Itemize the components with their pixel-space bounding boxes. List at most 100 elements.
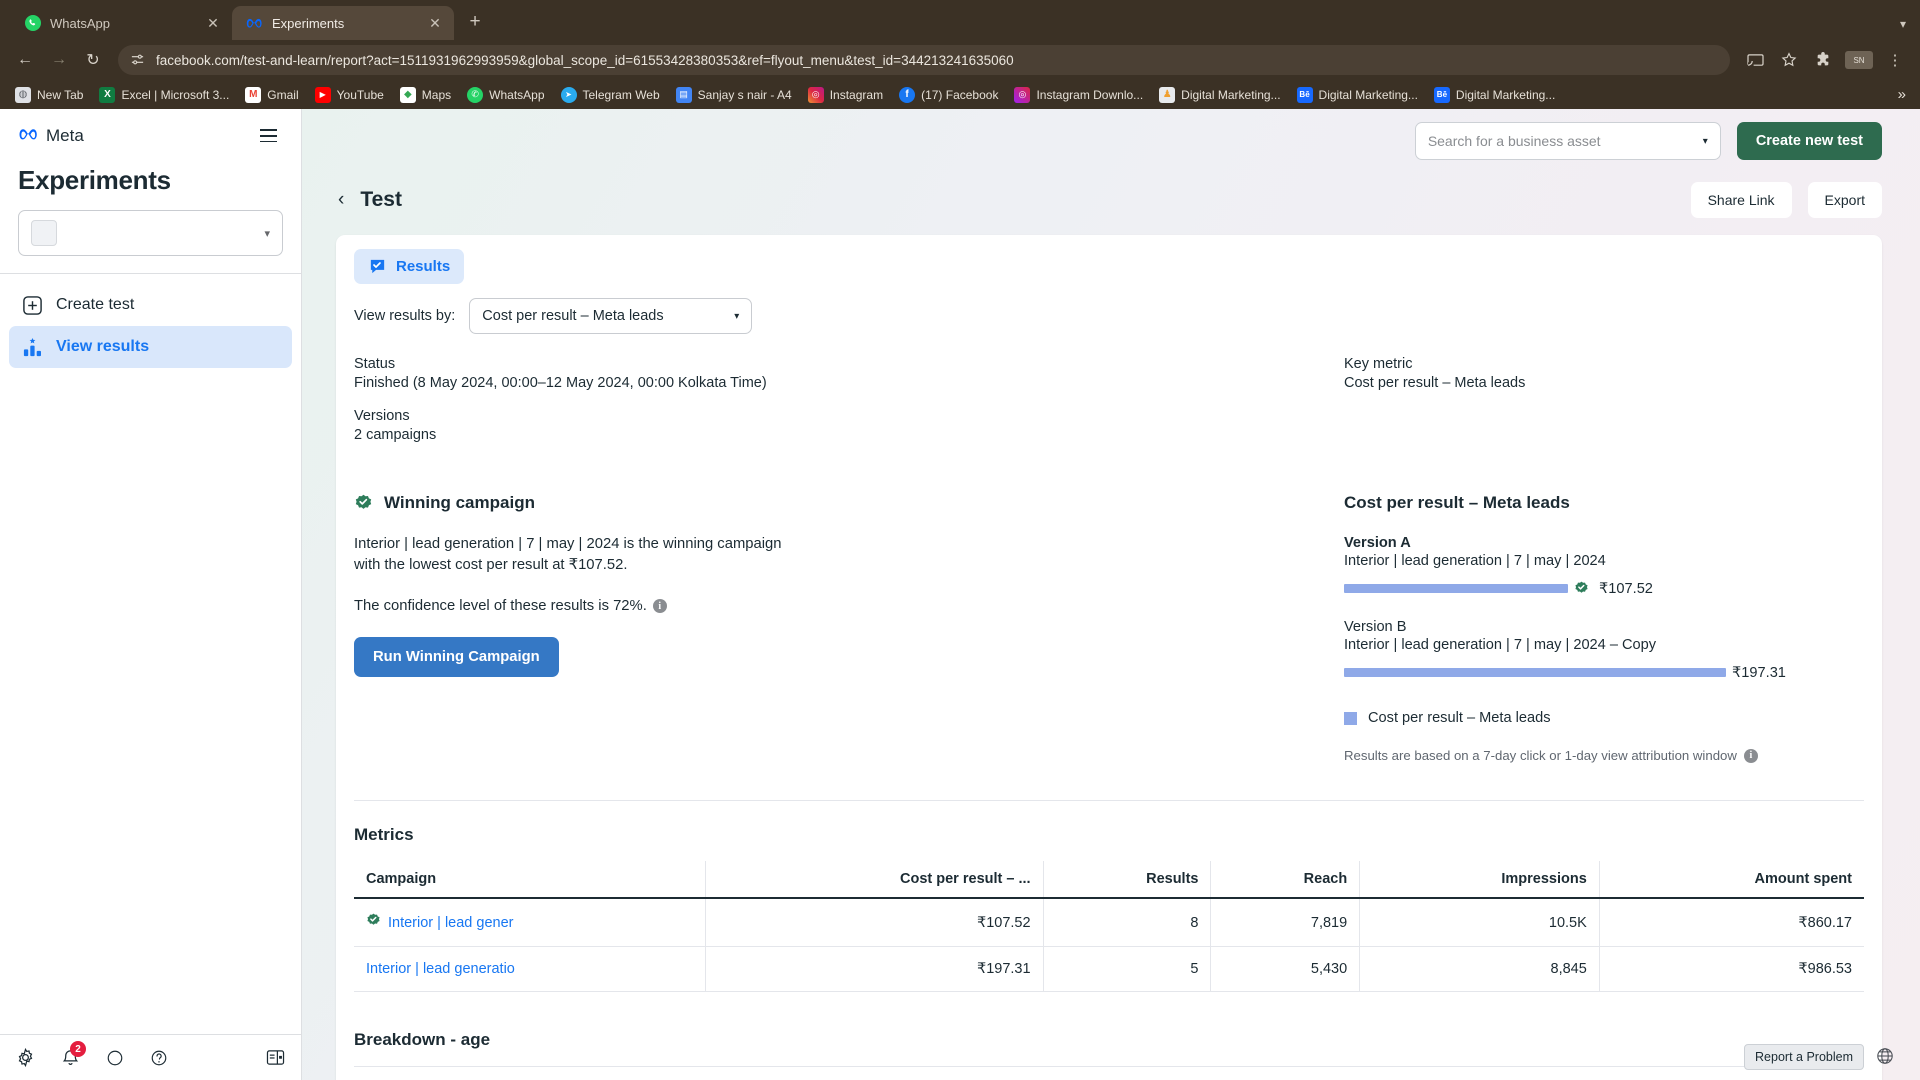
bookmark-item[interactable]: ♟ Digital Marketing... (1152, 84, 1287, 106)
tune-icon[interactable] (130, 52, 146, 68)
verified-badge-icon (354, 494, 373, 513)
campaign-link[interactable]: Interior | lead gener (388, 915, 513, 931)
summary-left: Status Finished (8 May 2024, 00:00–12 Ma… (354, 356, 1344, 443)
sidebar-item-label: View results (56, 338, 150, 356)
plus-icon: + (469, 11, 481, 32)
instagram-icon: ◎ (1014, 86, 1031, 103)
business-asset-search[interactable]: Search for a business asset ▾ (1414, 122, 1721, 160)
column-header-campaign[interactable]: Campaign (354, 861, 707, 899)
column-header-impressions[interactable]: Impressions (1359, 861, 1600, 899)
view-results-by-row: View results by: Cost per result – Meta … (336, 284, 1882, 334)
bookmark-label: YouTube (336, 87, 384, 102)
bookmark-item[interactable]: ▤ Sanjay s nair - A4 (669, 84, 799, 106)
globe-icon[interactable] (1876, 1047, 1894, 1070)
browser-tab-whatsapp[interactable]: WhatsApp ✕ (10, 6, 232, 40)
winning-campaign-header: Winning campaign (354, 493, 1314, 513)
bookmark-item[interactable]: ✆ WhatsApp (460, 84, 551, 106)
tab-results[interactable]: Results (354, 249, 465, 284)
browser-toolbar: ← → ↻ facebook.com/test-and-learn/report… (0, 40, 1920, 80)
kebab-menu-icon[interactable]: ⋮ (1880, 45, 1910, 75)
bell-icon[interactable]: 2 (61, 1041, 86, 1067)
meta-infinity-icon (18, 126, 39, 146)
new-tab-button[interactable]: + (460, 7, 490, 37)
run-winning-campaign-button[interactable]: Run Winning Campaign (354, 637, 559, 677)
sidebar-item-view-results[interactable]: View results (9, 326, 292, 369)
info-icon[interactable]: i (652, 599, 667, 613)
bookmark-item[interactable]: ◆ Maps (393, 84, 458, 106)
tab-title: WhatsApp (50, 15, 110, 31)
bookmark-item[interactable]: X Excel | Microsoft 3... (92, 84, 236, 106)
bookmark-item[interactable]: Bē Digital Marketing... (1290, 84, 1425, 106)
main-header: Search for a business asset ▾ Create new… (302, 109, 1920, 173)
url-text: facebook.com/test-and-learn/report?act=1… (156, 52, 1014, 68)
bookmark-item[interactable]: M Gmail (238, 84, 305, 106)
cell-campaign[interactable]: Interior | lead gener (354, 898, 707, 947)
bookmark-label: Gmail (267, 87, 299, 102)
bookmark-item[interactable]: ◎ Instagram (801, 84, 890, 106)
back-chevron-icon[interactable]: ‹ (338, 189, 344, 211)
version-label: Version B (1344, 619, 1407, 635)
column-header-reach[interactable]: Reach (1210, 861, 1361, 899)
sidebar-item-create-test[interactable]: Create test (9, 284, 292, 326)
reload-icon[interactable]: ↻ (78, 45, 108, 75)
circle-icon[interactable] (106, 1049, 124, 1067)
bookmark-item[interactable]: Bē Digital Marketing... (1427, 84, 1562, 106)
bar-fill (1344, 584, 1568, 593)
key-metric-value: Cost per result – Meta leads (1344, 375, 1526, 391)
address-bar[interactable]: facebook.com/test-and-learn/report?act=1… (118, 45, 1730, 75)
facebook-icon: f (899, 86, 916, 103)
bookmark-item[interactable]: f (17) Facebook (892, 84, 1005, 106)
close-icon[interactable]: ✕ (204, 14, 222, 32)
bookmark-item[interactable]: ◎ Instagram Downlo... (1007, 84, 1150, 106)
export-button[interactable]: Export (1807, 182, 1882, 218)
profile-avatar[interactable]: SN (1845, 51, 1873, 69)
gear-icon[interactable] (16, 1048, 35, 1067)
back-icon[interactable]: ← (10, 45, 40, 75)
chart-bar-version-b: Version B Interior | lead generation | 7… (1344, 619, 1864, 681)
report-a-problem-button[interactable]: Report a Problem (1744, 1044, 1864, 1070)
key-metric-label: Key metric (1344, 356, 1413, 372)
confidence-text: The confidence level of these results is… (354, 598, 647, 614)
bookmark-label: Instagram (829, 87, 884, 102)
cell-campaign[interactable]: Interior | lead generatio (354, 946, 707, 992)
column-header-cost-per-result[interactable]: Cost per result – ... (705, 861, 1044, 899)
hamburger-icon[interactable] (254, 123, 283, 148)
browser-tab-experiments[interactable]: Experiments ✕ (232, 6, 454, 40)
column-header-amount-spent[interactable]: Amount spent (1599, 861, 1864, 899)
confidence-row: The confidence level of these results is… (354, 598, 1314, 614)
person-icon: ♟ (1159, 86, 1176, 103)
cost-per-result-chart: Cost per result – Meta leads Version A I… (1344, 493, 1864, 763)
campaign-name: Interior | lead generation | 7 | may | 2… (1344, 637, 1657, 653)
chevron-down-icon[interactable]: ▾ (1900, 17, 1906, 31)
view-results-by-select[interactable]: Cost per result – Meta leads ▾ (469, 298, 753, 334)
results-scroll-region[interactable]: Status Finished (8 May 2024, 00:00–12 Ma… (336, 334, 1882, 1080)
screencast-icon[interactable] (1740, 45, 1770, 75)
forward-icon[interactable]: → (44, 45, 74, 75)
cell-amount-spent: ₹986.53 (1599, 946, 1864, 992)
create-new-test-button[interactable]: Create new test (1736, 122, 1882, 160)
column-header-results[interactable]: Results (1043, 861, 1212, 899)
close-icon[interactable]: ✕ (426, 14, 444, 32)
campaign-link[interactable]: Interior | lead generatio (366, 961, 515, 977)
bookmark-star-icon[interactable] (1774, 45, 1804, 75)
cell-results: 8 (1043, 898, 1212, 947)
page-title: Experiments (18, 165, 171, 196)
share-link-button[interactable]: Share Link (1690, 182, 1792, 218)
info-icon[interactable]: i (1743, 748, 1758, 763)
bookmark-item[interactable]: ◍ New Tab (8, 84, 90, 106)
versions-value: 2 campaigns (354, 427, 437, 443)
bookmark-item[interactable]: ➤ Telegram Web (554, 84, 667, 106)
extensions-icon[interactable] (1808, 45, 1838, 75)
bookmark-label: Maps (421, 87, 452, 102)
tab-title: Experiments (272, 15, 345, 31)
bookmarks-overflow-icon[interactable]: » (1892, 86, 1912, 103)
sidebar-brand-row: Meta (18, 123, 283, 148)
help-circle-icon[interactable] (150, 1049, 168, 1067)
meta-icon (246, 15, 263, 32)
bookmark-item[interactable]: ▶ YouTube (308, 84, 391, 106)
campaign-name: Interior | lead generation | 7 | may | 2… (1344, 553, 1606, 569)
side-panel-icon[interactable] (266, 1049, 285, 1066)
excel-icon: X (99, 86, 116, 103)
account-select[interactable]: ▾ (18, 210, 283, 257)
view-results-by-label: View results by: (354, 308, 456, 324)
